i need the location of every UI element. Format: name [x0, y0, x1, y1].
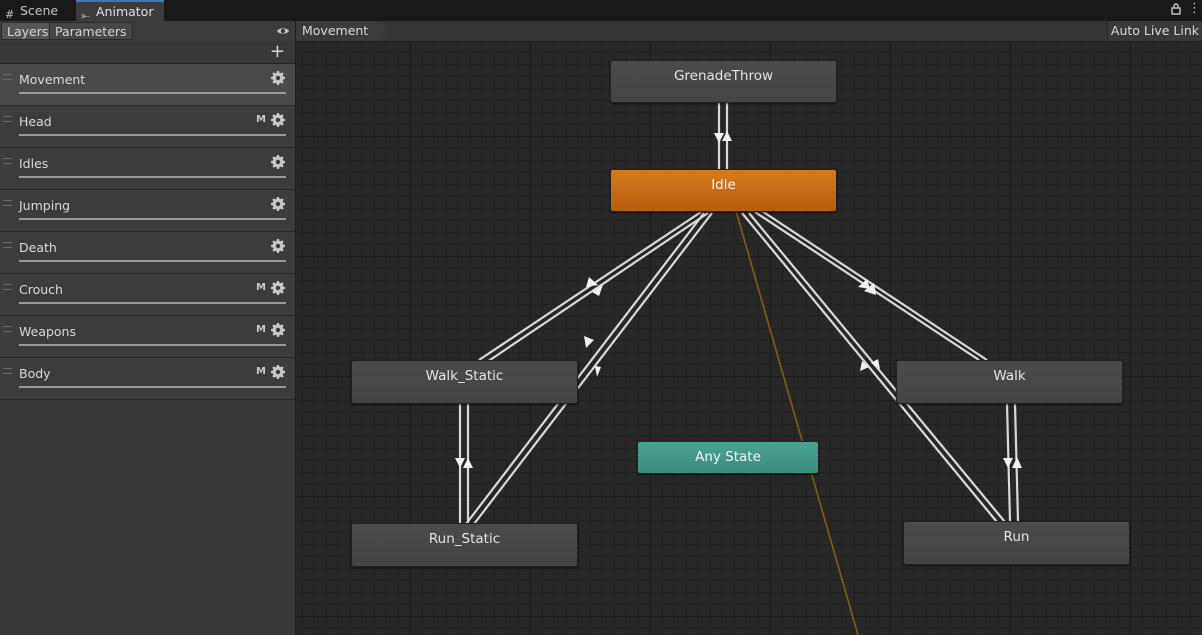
drag-handle-icon[interactable]	[3, 200, 12, 206]
tab-scene[interactable]: # Scene	[0, 0, 75, 21]
animator-graph[interactable]: Movement Auto Live Link GrenadeThrow Idl…	[296, 21, 1202, 635]
gear-icon[interactable]	[271, 71, 285, 85]
drag-handle-icon[interactable]	[3, 74, 12, 80]
layer-item-movement[interactable]: Movement	[0, 64, 295, 106]
breadcrumb[interactable]: Movement	[296, 21, 388, 41]
tab-animator-label: Animator	[96, 4, 154, 19]
eye-icon[interactable]	[276, 24, 290, 38]
gear-icon[interactable]	[271, 155, 285, 169]
state-run-static[interactable]: Run_Static	[351, 523, 578, 567]
any-state-transition[interactable]	[735, 210, 859, 635]
drag-handle-icon[interactable]	[3, 242, 12, 248]
arrow-icon	[722, 131, 732, 141]
layer-name: Movement	[19, 72, 86, 87]
layer-item-idles[interactable]: Idles	[0, 148, 295, 190]
gear-icon[interactable]	[271, 323, 285, 337]
lock-icon[interactable]	[1171, 3, 1181, 18]
state-run[interactable]: Run	[903, 521, 1130, 565]
auto-live-link-button[interactable]: Auto Live Link	[1106, 21, 1202, 41]
layer-item-death[interactable]: Death	[0, 232, 295, 274]
transition-line[interactable]	[761, 210, 988, 361]
state-walk[interactable]: Walk	[896, 360, 1123, 404]
add-layer-row: +	[0, 41, 295, 64]
layer-item-head[interactable]: Head M	[0, 106, 295, 148]
more-menu-icon[interactable]: ⋮	[1188, 1, 1201, 16]
transition-line[interactable]	[486, 212, 709, 363]
state-walk-static[interactable]: Walk_Static	[351, 360, 578, 404]
layer-name: Weapons	[19, 324, 76, 339]
layer-name: Head	[19, 114, 52, 129]
layer-weight-bar	[19, 176, 286, 178]
gear-icon[interactable]	[271, 197, 285, 211]
arrow-icon	[1012, 457, 1022, 468]
arrow-icon	[595, 366, 601, 377]
layer-weight-bar	[19, 386, 286, 388]
layer-item-weapons[interactable]: Weapons M	[0, 316, 295, 358]
layer-weight-bar	[19, 260, 286, 262]
drag-handle-icon[interactable]	[3, 368, 12, 374]
layer-weight-bar	[19, 344, 286, 346]
gear-icon[interactable]	[271, 239, 285, 253]
drag-handle-icon[interactable]	[3, 116, 12, 122]
gear-icon[interactable]	[271, 113, 285, 127]
layer-weight-bar	[19, 92, 286, 94]
gear-icon[interactable]	[271, 365, 285, 379]
arrow-icon	[455, 458, 465, 468]
drag-handle-icon[interactable]	[3, 284, 12, 290]
layer-name: Jumping	[19, 198, 71, 213]
breadcrumb-bar: Movement Auto Live Link	[296, 21, 1202, 42]
tab-parameters[interactable]: Parameters	[49, 22, 133, 40]
layer-item-jumping[interactable]: Jumping	[0, 190, 295, 232]
layers-panel: Layers Parameters + Movement Head M Idle…	[0, 21, 296, 635]
state-any-state[interactable]: Any State	[637, 441, 819, 474]
tab-animator[interactable]: ⤜ Animator	[76, 0, 164, 22]
layer-name: Death	[19, 240, 57, 255]
drag-handle-icon[interactable]	[3, 326, 12, 332]
tab-scene-label: Scene	[20, 3, 59, 18]
arrow-icon	[1003, 458, 1013, 468]
drag-handle-icon[interactable]	[3, 158, 12, 164]
layer-name: Crouch	[19, 282, 63, 297]
state-grenade-throw[interactable]: GrenadeThrow	[610, 60, 837, 103]
gear-icon[interactable]	[271, 281, 285, 295]
layer-weight-bar	[19, 302, 286, 304]
layer-item-body[interactable]: Body M	[0, 358, 295, 400]
arrow-icon	[714, 133, 724, 143]
arrow-icon	[584, 336, 594, 348]
layer-name: Body	[19, 366, 51, 381]
layer-flag: M	[256, 324, 266, 335]
layer-item-crouch[interactable]: Crouch M	[0, 274, 295, 316]
layer-flag: M	[256, 114, 266, 125]
tab-layers[interactable]: Layers	[1, 22, 55, 40]
layer-flag: M	[256, 366, 266, 377]
state-idle[interactable]: Idle	[610, 169, 837, 212]
layer-weight-bar	[19, 134, 286, 136]
layer-name: Idles	[19, 156, 49, 171]
window-tab-bar: # Scene ⤜ Animator ⋮	[0, 0, 1202, 22]
panel-subtabs: Layers Parameters	[0, 21, 295, 42]
arrow-icon	[463, 458, 473, 468]
add-layer-button[interactable]: +	[270, 42, 285, 62]
layer-flag: M	[256, 282, 266, 293]
layer-weight-bar	[19, 218, 286, 220]
